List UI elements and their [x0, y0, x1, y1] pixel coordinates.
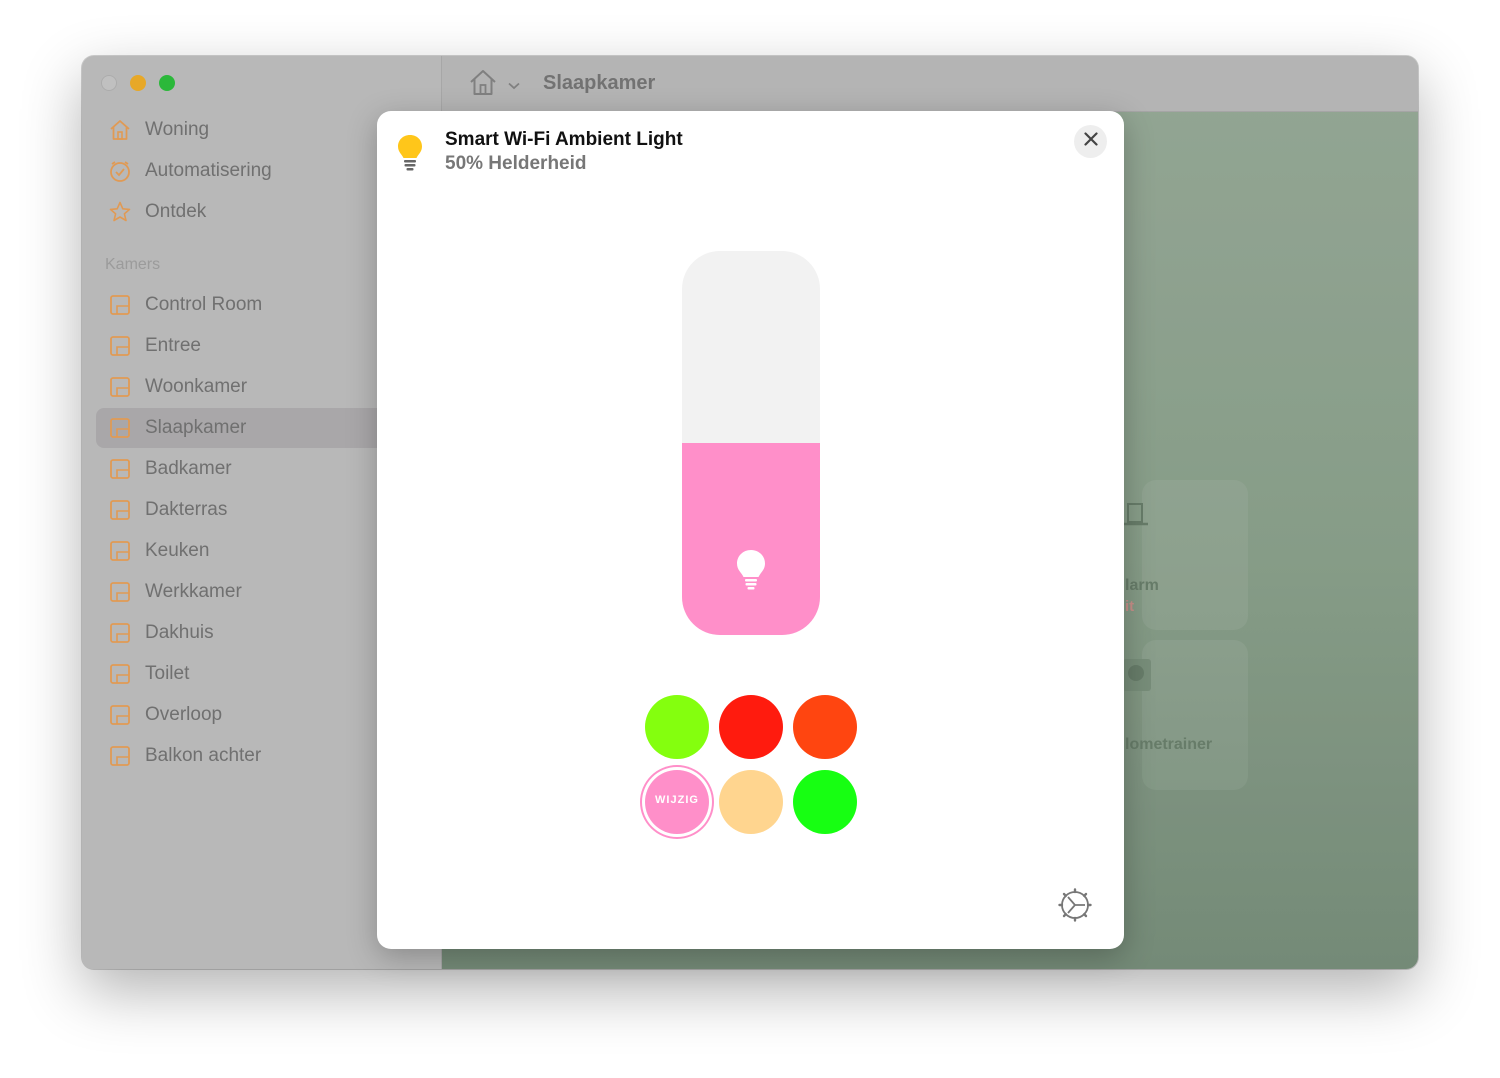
color-swatch[interactable]	[793, 695, 857, 759]
brightness-status: 50% Helderheid	[445, 153, 587, 174]
edit-color-label: WIJZIG	[655, 794, 699, 806]
color-swatch[interactable]	[793, 770, 857, 834]
settings-gear-icon[interactable]	[1058, 888, 1092, 927]
color-swatch[interactable]	[719, 695, 783, 759]
edit-color-swatch[interactable]: WIJZIG	[645, 770, 709, 834]
accessory-name: Smart Wi-Fi Ambient Light	[445, 129, 683, 150]
brightness-slider-fill	[682, 443, 820, 635]
lightbulb-icon	[734, 548, 768, 597]
color-swatch[interactable]	[645, 695, 709, 759]
close-icon	[1083, 132, 1098, 151]
lightbulb-icon	[397, 134, 423, 177]
brightness-slider[interactable]	[682, 251, 820, 635]
close-dialog-button[interactable]	[1074, 125, 1107, 158]
color-swatch[interactable]	[719, 770, 783, 834]
light-control-dialog: Smart Wi-Fi Ambient Light 50% Helderheid…	[377, 111, 1124, 949]
